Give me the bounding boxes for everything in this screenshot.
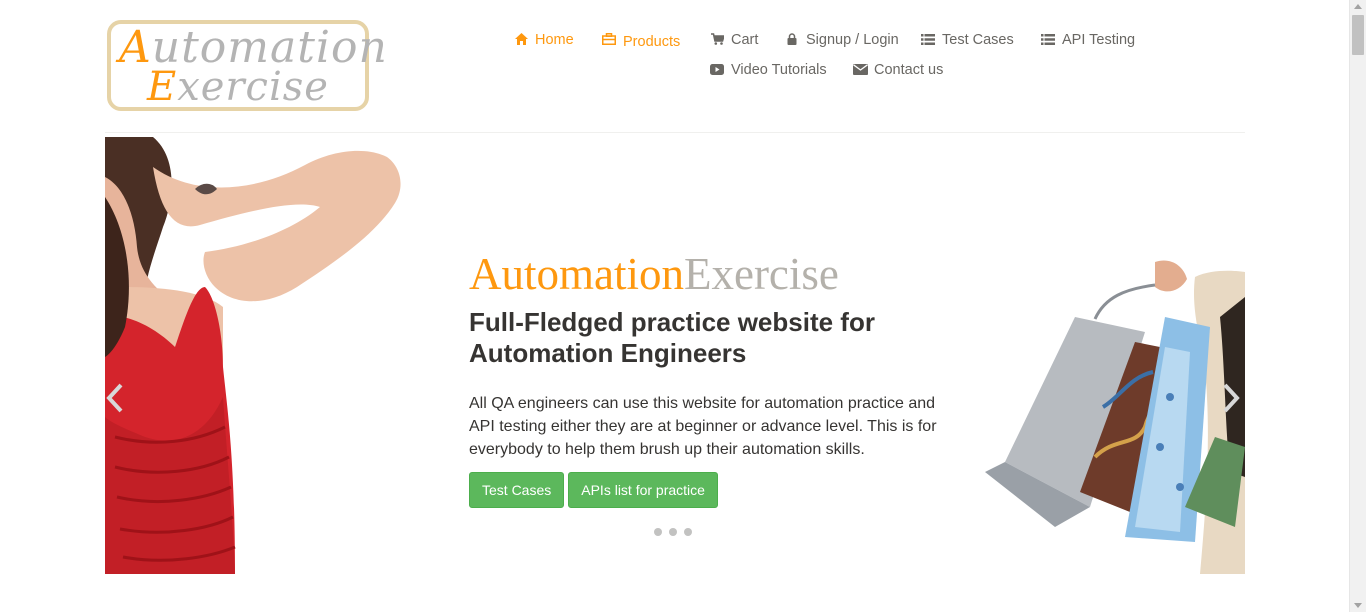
scroll-down-icon[interactable] <box>1354 603 1362 608</box>
site-header: Automation Exercise Home Products Cart S… <box>105 0 1245 133</box>
nav-api-testing[interactable]: API Testing <box>1041 32 1135 48</box>
hero-title-part1: Automation <box>469 249 684 299</box>
nav-video-tutorials-label: Video Tutorials <box>731 62 827 78</box>
nav-products[interactable]: Products <box>602 32 681 50</box>
test-cases-button[interactable]: Test Cases <box>469 472 565 508</box>
home-icon <box>514 33 528 47</box>
hero-title: AutomationExercise <box>469 249 959 299</box>
slide-image-shopping-bags <box>985 257 1245 574</box>
nav-cart-label: Cart <box>731 32 759 48</box>
nav-contact-us[interactable]: Contact us <box>853 62 943 78</box>
list-icon <box>921 33 935 47</box>
nav-products-label: Products <box>623 34 681 50</box>
site-logo[interactable]: Automation Exercise <box>107 20 387 111</box>
hero-content: AutomationExercise Full-Fledged practice… <box>469 249 959 508</box>
page-scrollbar[interactable] <box>1349 0 1366 612</box>
slide-image-woman <box>105 137 415 574</box>
nav-home[interactable]: Home <box>514 32 574 48</box>
hero-description: All QA engineers can use this website fo… <box>469 395 937 458</box>
list-icon <box>1041 33 1055 47</box>
carousel-next-button[interactable] <box>1221 383 1241 413</box>
apis-list-button[interactable]: APIs list for practice <box>568 472 718 508</box>
scrollbar-thumb[interactable] <box>1352 15 1364 55</box>
envelope-icon <box>853 63 868 77</box>
chevron-right-icon <box>1223 383 1240 413</box>
cart-icon <box>710 33 725 47</box>
nav-test-cases-label: Test Cases <box>942 32 1014 48</box>
nav-test-cases[interactable]: Test Cases <box>921 32 1014 48</box>
lock-icon <box>785 33 799 47</box>
carousel-indicator-3[interactable] <box>684 528 692 536</box>
nav-signup-login[interactable]: Signup / Login <box>785 32 899 48</box>
hero-subtitle: Full-Fledged practice website for Automa… <box>469 307 875 368</box>
hero-carousel: AutomationExercise Full-Fledged practice… <box>105 137 1245 574</box>
nav-cart[interactable]: Cart <box>710 32 758 48</box>
nav-api-testing-label: API Testing <box>1062 32 1136 48</box>
nav-contact-us-label: Contact us <box>874 62 944 78</box>
carousel-prev-button[interactable] <box>105 383 125 413</box>
chevron-left-icon <box>106 383 123 413</box>
youtube-play-icon <box>710 63 724 77</box>
nav-signup-login-label: Signup / Login <box>806 32 899 48</box>
shopping-bag-icon <box>602 33 616 47</box>
scroll-up-icon[interactable] <box>1354 4 1362 9</box>
carousel-indicators <box>654 528 692 536</box>
nav-video-tutorials[interactable]: Video Tutorials <box>710 62 827 78</box>
hero-buttons: Test Cases APIs list for practice <box>469 472 959 508</box>
carousel-indicator-1[interactable] <box>654 528 662 536</box>
nav-home-label: Home <box>535 32 574 48</box>
logo-line-2: Exercise <box>147 64 329 110</box>
carousel-indicator-2[interactable] <box>669 528 677 536</box>
hero-title-part2: Exercise <box>683 249 839 299</box>
